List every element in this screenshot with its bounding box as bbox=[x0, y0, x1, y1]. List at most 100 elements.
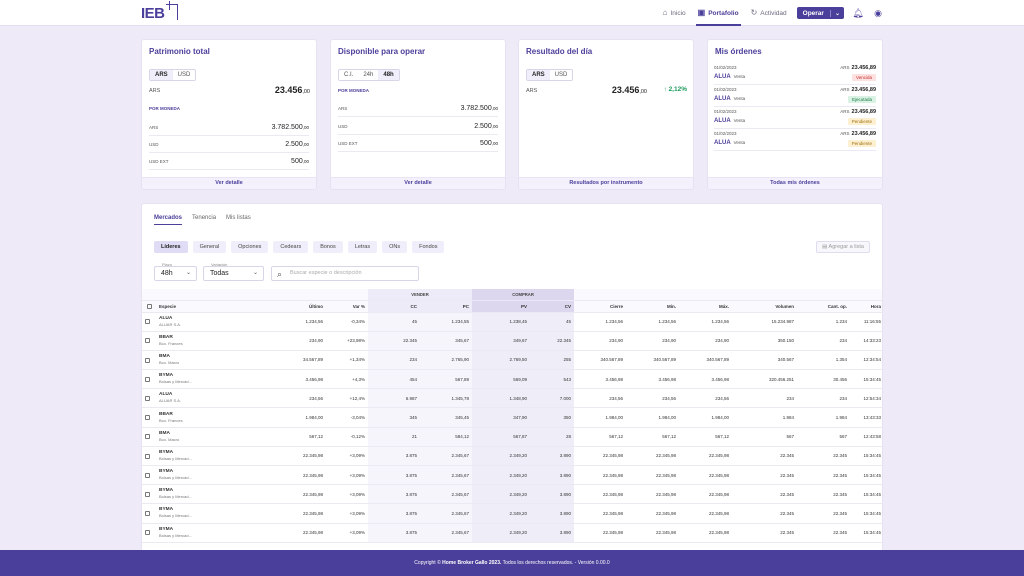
tab-mis-listas[interactable]: Mis listas bbox=[226, 215, 251, 225]
table-row[interactable]: BMA Bco. Macro 34.567,89 +1,34% 234 2.765,90 2… bbox=[142, 350, 882, 371]
col-pv[interactable]: PV bbox=[472, 300, 531, 313]
tab-tenencia[interactable]: Tenencia bbox=[192, 215, 216, 225]
nav-item-portafolio[interactable]: ▣ Portafolio bbox=[695, 6, 741, 26]
col-var[interactable]: Var % bbox=[326, 300, 368, 313]
cell-ops: 1.354 bbox=[797, 350, 851, 371]
row-checkbox[interactable] bbox=[145, 511, 150, 517]
table-row[interactable]: ALUA ALUAR S.A. 1.234,56 -0,34% 45 1.234,55 1.… bbox=[142, 312, 882, 332]
cell-hora: 12:54:34 bbox=[850, 388, 882, 409]
market-panel: Mercados Tenencia Mis listas Líderes Gen… bbox=[141, 203, 883, 576]
search-input[interactable]: ⌕ Buscar especie o descripción bbox=[271, 266, 419, 281]
table-row[interactable]: BBAR Bco. Frances 234,90 +23,98% 22.345 345,6… bbox=[142, 331, 882, 351]
table-row[interactable]: BMA Bco. Macro 567,12 -0,12% 21 584,12 567,87 2… bbox=[142, 427, 882, 447]
chip-fondos[interactable]: Fondos bbox=[412, 241, 445, 253]
table-row[interactable]: BYMA Bolsas y Mercad... 22.345,98 +3,09% 3.8… bbox=[142, 446, 882, 467]
operar-label: Operar bbox=[802, 9, 824, 17]
row-checkbox[interactable] bbox=[145, 376, 150, 382]
cell-min: 234,90 bbox=[626, 331, 680, 351]
add-to-list-button[interactable]: ▤ Agregar a lista bbox=[816, 241, 870, 253]
user-avatar-icon[interactable]: ◉ bbox=[872, 7, 884, 19]
nav-item-actividad[interactable]: ↻ Actividad bbox=[749, 6, 789, 20]
cell-ops: 22.345 bbox=[797, 523, 851, 543]
row-checkbox[interactable] bbox=[145, 472, 150, 478]
bell-icon[interactable]: 🔔︎ bbox=[852, 7, 864, 19]
nav-item-inicio[interactable]: ⌂ Inicio bbox=[661, 6, 688, 20]
chip-letras[interactable]: Letras bbox=[347, 241, 378, 253]
col-especie[interactable]: Especie bbox=[156, 300, 266, 313]
row-checkbox[interactable] bbox=[145, 453, 150, 459]
toggle-48h[interactable]: 48h bbox=[378, 70, 399, 80]
table-row[interactable]: BBAR Bco. Frances 1.984,00 -3,04% 345 345,45 3… bbox=[142, 407, 882, 428]
plazo-select[interactable]: 48h ⌄ bbox=[154, 266, 197, 281]
ver-detalle-link[interactable]: Ver detalle bbox=[142, 177, 316, 189]
select-all-checkbox[interactable] bbox=[146, 303, 152, 309]
variacion-select[interactable]: Todas ⌄ bbox=[203, 266, 264, 281]
col-cv[interactable]: CV bbox=[530, 300, 575, 313]
col-cant-op[interactable]: Cant. op. bbox=[797, 300, 851, 313]
toggle-24h[interactable]: 24h bbox=[358, 70, 378, 80]
resultado-card: Resultado del día ARS USD ARS 23.456,00 … bbox=[518, 39, 694, 190]
order-item[interactable]: 01/02/2023 ALUA Venta ARS 23.456,89 Pendie… bbox=[714, 107, 876, 129]
row-checkbox[interactable] bbox=[145, 357, 150, 363]
col-pc[interactable]: PC bbox=[420, 300, 473, 313]
toggle-ars[interactable]: ARS bbox=[527, 70, 550, 80]
cell-cc: 3.875 bbox=[368, 523, 420, 543]
col-min[interactable]: Mín. bbox=[626, 300, 680, 313]
toggle-ars[interactable]: ARS bbox=[150, 70, 173, 80]
toggle-usd[interactable]: USD bbox=[550, 70, 573, 80]
chip-lideres[interactable]: Líderes bbox=[154, 241, 188, 253]
todas-ordenes-link[interactable]: Todas mis órdenes bbox=[708, 177, 882, 189]
cell-cv: 543 bbox=[530, 369, 575, 390]
chevron-down-icon[interactable]: ⌄ bbox=[829, 9, 844, 17]
resultados-instrumento-link[interactable]: Resultados por instrumento bbox=[519, 177, 693, 189]
especie-cell: BMA Bco. Macro bbox=[156, 427, 266, 447]
chip-opciones[interactable]: Opciones bbox=[231, 241, 269, 253]
cell-max: 3.456,98 bbox=[679, 369, 733, 390]
chip-ons[interactable]: ONs bbox=[382, 241, 408, 253]
operar-button[interactable]: Operar ⌄ bbox=[796, 7, 844, 19]
total-value: 23.456,00 bbox=[274, 85, 310, 95]
cell-pv: 1.238,45 bbox=[472, 312, 531, 332]
col-ultimo[interactable]: Último bbox=[266, 300, 326, 313]
col-volumen[interactable]: Volumen bbox=[732, 300, 798, 313]
search-icon: ⌕ bbox=[277, 269, 283, 279]
cell-cv: 350 bbox=[530, 407, 575, 428]
order-item[interactable]: 01/02/2023 ALUA Venta ARS 23.456,89 Pendie… bbox=[714, 129, 876, 151]
toggle-usd[interactable]: USD bbox=[173, 70, 196, 80]
table-row[interactable]: BYMA Bolsas y Mercad... 22.345,98 +3,09% 3.8… bbox=[142, 503, 882, 524]
currency-label: ARS bbox=[149, 88, 161, 94]
ver-detalle-link[interactable]: Ver detalle bbox=[331, 177, 505, 189]
cell-cierre: 3.456,98 bbox=[574, 369, 627, 390]
especie-cell: ALUA ALUAR S.A. bbox=[156, 388, 266, 409]
cell-cv: 3.890 bbox=[530, 465, 575, 486]
col-hora[interactable]: Hora bbox=[850, 300, 882, 313]
ieb-logo[interactable]: IEB bbox=[141, 0, 178, 22]
row-checkbox[interactable] bbox=[145, 415, 150, 421]
chip-general[interactable]: General bbox=[192, 241, 227, 253]
col-max[interactable]: Máx. bbox=[679, 300, 733, 313]
cell-cc: 6.987 bbox=[368, 388, 420, 409]
cell-hora: 15:34:45 bbox=[850, 484, 882, 505]
col-cierre[interactable]: Cierre bbox=[574, 300, 627, 313]
chip-cedears[interactable]: Cedears bbox=[273, 241, 309, 253]
col-cc[interactable]: CC bbox=[368, 300, 420, 313]
row-checkbox[interactable] bbox=[145, 319, 150, 325]
table-row[interactable]: BYMA Bolsas y Mercad... 22.345,98 +3,09% 3.8… bbox=[142, 465, 882, 486]
row-checkbox[interactable] bbox=[145, 338, 150, 344]
row-checkbox[interactable] bbox=[145, 491, 150, 497]
cell-pv: 2.769,50 bbox=[472, 350, 531, 371]
top-bar: IEB ⌂ Inicio ▣ Portafolio ↻ Actividad Op… bbox=[0, 0, 1024, 26]
table-row[interactable]: BYMA Bolsas y Mercad... 22.345,98 +3,09% 3.8… bbox=[142, 523, 882, 543]
toggle-ci[interactable]: C.I. bbox=[339, 70, 358, 80]
chip-bonos[interactable]: Bonos bbox=[313, 241, 343, 253]
table-row[interactable]: BYMA Bolsas y Mercad... 22.345,98 +3,09% 3.8… bbox=[142, 484, 882, 505]
row-checkbox[interactable] bbox=[145, 434, 150, 440]
row-checkbox[interactable] bbox=[145, 530, 150, 536]
order-item[interactable]: 01/02/2023 ALUA Venta ARS 23.456,89 Vencid… bbox=[714, 63, 876, 85]
order-item[interactable]: 01/02/2023 ALUA Venta ARS 23.456,89 Ejecut… bbox=[714, 85, 876, 107]
cell-hora: 14:33:23 bbox=[850, 331, 882, 351]
tab-mercados[interactable]: Mercados bbox=[154, 215, 183, 225]
table-row[interactable]: BYMA Bolsas y Mercad... 3.456,98 +4,3% 454 56… bbox=[142, 369, 882, 390]
table-row[interactable]: ALUA ALUAR S.A. 234,56 +12,4% 6.987 1.345,78 1… bbox=[142, 388, 882, 409]
row-checkbox[interactable] bbox=[145, 396, 150, 401]
